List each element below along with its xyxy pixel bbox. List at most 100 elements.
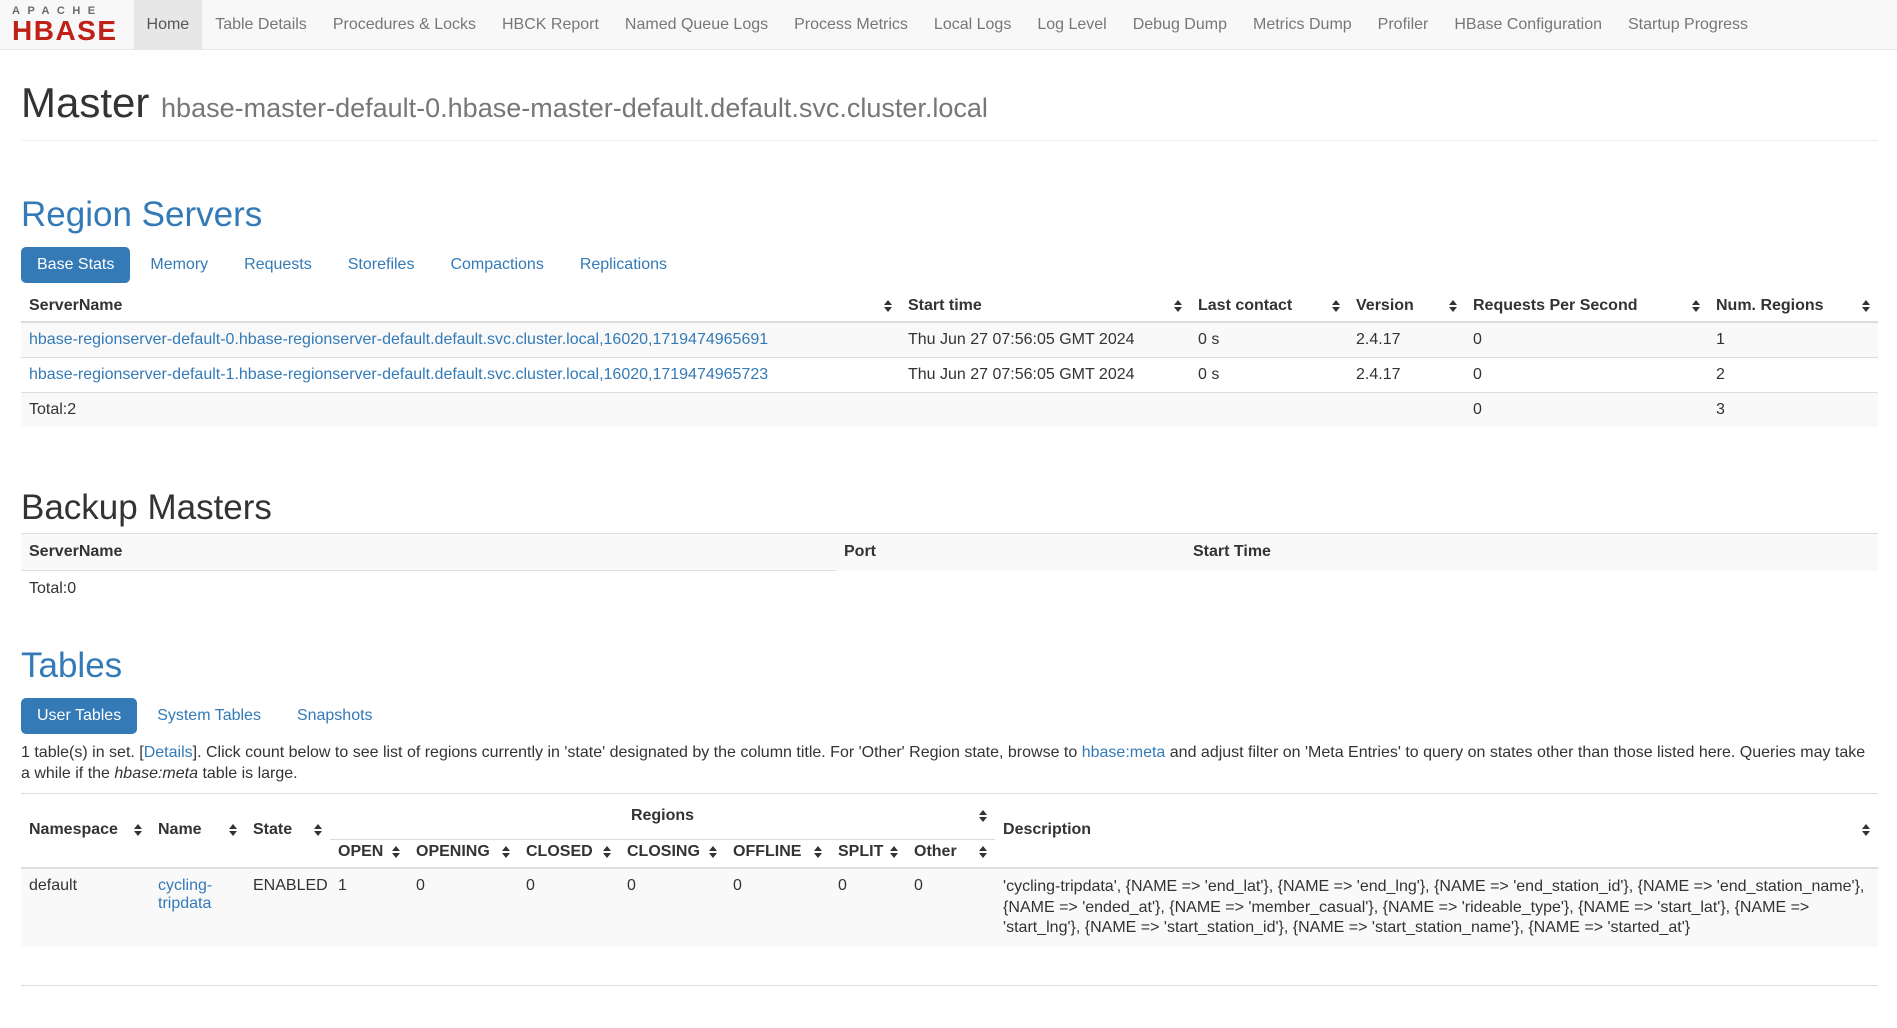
backup-masters-table: ServerName Port Start Time Total:0 <box>21 533 1878 607</box>
region-servers-heading: Region Servers <box>21 196 1878 235</box>
bottom-divider <box>21 985 1878 986</box>
sort-icon[interactable] <box>1862 300 1870 312</box>
col-split[interactable]: SPLIT <box>830 839 906 868</box>
sort-icon[interactable] <box>979 846 987 858</box>
title-divider <box>21 140 1878 141</box>
sort-icon[interactable] <box>979 810 987 822</box>
sort-icon[interactable] <box>709 846 717 858</box>
regionserver-link[interactable]: hbase-regionserver-default-1.hbase-regio… <box>29 366 768 383</box>
sort-icon[interactable] <box>392 846 400 858</box>
nav-item-metrics-dump[interactable]: Metrics Dump <box>1240 0 1365 49</box>
nav-item-local-logs[interactable]: Local Logs <box>921 0 1024 49</box>
total-label: Total:2 <box>21 392 900 427</box>
split-count[interactable]: 0 <box>830 868 906 947</box>
opening-count[interactable]: 0 <box>408 868 518 947</box>
region-servers-table: ServerName Start time Last contact Versi… <box>21 291 1878 427</box>
total-rps: 0 <box>1465 392 1708 427</box>
total-row: Total:2 0 3 <box>21 392 1878 427</box>
col-state[interactable]: State <box>245 793 330 868</box>
nav-item-hbck-report[interactable]: HBCK Report <box>489 0 612 49</box>
col-num-regions[interactable]: Num. Regions <box>1708 291 1878 322</box>
master-title: Master <box>21 79 149 126</box>
col-namespace[interactable]: Namespace <box>21 793 150 868</box>
sort-icon[interactable] <box>603 846 611 858</box>
sort-icon[interactable] <box>1692 300 1700 312</box>
nav-item-debug-dump[interactable]: Debug Dump <box>1120 0 1240 49</box>
region-servers-tabs: Base Stats Memory Requests Storefiles Co… <box>21 247 1878 283</box>
nav-item-table-details[interactable]: Table Details <box>202 0 320 49</box>
nav-item-log-level[interactable]: Log Level <box>1024 0 1119 49</box>
col-description[interactable]: Description <box>995 793 1878 868</box>
col-regions-group[interactable]: Regions <box>330 793 995 839</box>
nav-item-profiler[interactable]: Profiler <box>1365 0 1442 49</box>
col-start-time: Start Time <box>1185 534 1878 571</box>
tab-user-tables[interactable]: User Tables <box>21 698 137 734</box>
sort-icon[interactable] <box>890 846 898 858</box>
tab-snapshots[interactable]: Snapshots <box>281 698 389 734</box>
nav-item-named-queue-logs[interactable]: Named Queue Logs <box>612 0 781 49</box>
table-name-link[interactable]: cycling-tripdata <box>158 877 212 912</box>
closed-count[interactable]: 0 <box>518 868 619 947</box>
regionserver-link[interactable]: hbase-regionserver-default-0.hbase-regio… <box>29 331 768 348</box>
other-count[interactable]: 0 <box>906 868 995 947</box>
total-row: Total:0 <box>21 571 1878 608</box>
sort-icon[interactable] <box>884 300 892 312</box>
table-description: 'cycling-tripdata', {NAME => 'end_lat'},… <box>995 868 1878 947</box>
sort-icon[interactable] <box>1174 300 1182 312</box>
hbase-logo[interactable]: APACHE HBASE <box>0 0 134 49</box>
backup-masters-header-row: ServerName Port Start Time <box>21 534 1878 571</box>
region-servers-header-row: ServerName Start time Last contact Versi… <box>21 291 1878 322</box>
col-other[interactable]: Other <box>906 839 995 868</box>
offline-count[interactable]: 0 <box>725 868 830 947</box>
num-regions-value: 2 <box>1708 357 1878 392</box>
sort-icon[interactable] <box>314 824 322 836</box>
tables-tabs: User Tables System Tables Snapshots <box>21 698 1878 734</box>
total-label: Total:0 <box>21 571 836 608</box>
details-link[interactable]: Details <box>144 744 193 761</box>
col-opening[interactable]: OPENING <box>408 839 518 868</box>
sort-icon[interactable] <box>1332 300 1340 312</box>
tab-system-tables[interactable]: System Tables <box>141 698 277 734</box>
version-value: 2.4.17 <box>1348 357 1465 392</box>
tab-replications[interactable]: Replications <box>564 247 683 283</box>
last-contact-value: 0 s <box>1190 322 1348 358</box>
page-title: Master hbase-master-default-0.hbase-mast… <box>21 80 1878 126</box>
closing-count[interactable]: 0 <box>619 868 725 947</box>
tab-compactions[interactable]: Compactions <box>434 247 559 283</box>
col-closed[interactable]: CLOSED <box>518 839 619 868</box>
col-offline[interactable]: OFFLINE <box>725 839 830 868</box>
col-servername[interactable]: ServerName <box>21 291 900 322</box>
col-last-contact[interactable]: Last contact <box>1190 291 1348 322</box>
sort-icon[interactable] <box>1862 824 1870 836</box>
tab-requests[interactable]: Requests <box>228 247 328 283</box>
col-version[interactable]: Version <box>1348 291 1465 322</box>
num-regions-value: 1 <box>1708 322 1878 358</box>
rps-value: 0 <box>1465 357 1708 392</box>
col-closing[interactable]: CLOSING <box>619 839 725 868</box>
nav-item-hbase-configuration[interactable]: HBase Configuration <box>1441 0 1615 49</box>
col-requests-per-second[interactable]: Requests Per Second <box>1465 291 1708 322</box>
sort-icon[interactable] <box>814 846 822 858</box>
nav-item-home[interactable]: Home <box>134 0 203 49</box>
col-open[interactable]: OPEN <box>330 839 408 868</box>
backup-masters-heading: Backup Masters <box>21 489 1878 528</box>
namespace-value: default <box>21 868 150 947</box>
open-count[interactable]: 1 <box>330 868 408 947</box>
sort-icon[interactable] <box>502 846 510 858</box>
hbase-meta-link[interactable]: hbase:meta <box>1082 744 1166 761</box>
col-name[interactable]: Name <box>150 793 245 868</box>
tab-memory[interactable]: Memory <box>134 247 224 283</box>
nav-item-process-metrics[interactable]: Process Metrics <box>781 0 921 49</box>
sort-icon[interactable] <box>134 824 142 836</box>
nav-item-startup-progress[interactable]: Startup Progress <box>1615 0 1761 49</box>
navbar-items: Home Table Details Procedures & Locks HB… <box>134 0 1762 49</box>
nav-item-procedures-locks[interactable]: Procedures & Locks <box>320 0 489 49</box>
col-start-time[interactable]: Start time <box>900 291 1190 322</box>
logo-hbase-text: HBASE <box>12 18 118 45</box>
tables-note: 1 table(s) in set. [Details]. Click coun… <box>21 742 1878 785</box>
sort-icon[interactable] <box>1449 300 1457 312</box>
sort-icon[interactable] <box>229 824 237 836</box>
start-time-value: Thu Jun 27 07:56:05 GMT 2024 <box>900 357 1190 392</box>
tab-storefiles[interactable]: Storefiles <box>332 247 431 283</box>
tab-base-stats[interactable]: Base Stats <box>21 247 130 283</box>
